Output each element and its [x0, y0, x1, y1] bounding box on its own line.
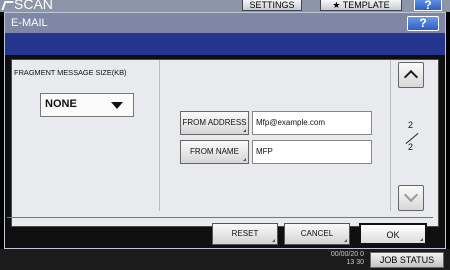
chevron-up-icon [403, 69, 419, 85]
page-total: 2 [408, 142, 414, 152]
datetime-display: 00/00/20 0 13 30 [310, 251, 364, 267]
scroll-down-button[interactable] [398, 185, 424, 211]
scan-icon [1, 1, 14, 10]
divider [390, 60, 391, 211]
cancel-button[interactable]: CANCEL [284, 223, 350, 245]
template-label: TEMPLATE [342, 0, 390, 10]
page-current: 2 [408, 120, 414, 130]
from-address-field[interactable]: Mfp@example.com [252, 111, 372, 135]
template-button[interactable]: ★ TEMPLATE [320, 0, 402, 11]
job-status-button[interactable]: JOB STATUS [370, 252, 444, 268]
dialog-help-button[interactable]: ? [407, 16, 439, 31]
dialog-title: E-MAIL [11, 17, 48, 29]
from-address-button[interactable]: FROM ADDRESS [180, 111, 249, 135]
ok-button[interactable]: OK [359, 223, 427, 245]
dialog-title-bar: E-MAIL ? [5, 13, 445, 33]
date-text: 00/00/20 0 [330, 251, 364, 258]
scan-help-button[interactable]: ? [414, 0, 442, 11]
settings-button[interactable]: SETTINGS [242, 0, 302, 11]
fragment-size-label: FRAGMENT MESSAGE SIZE(KB) [14, 68, 127, 77]
dropdown-arrow-icon [111, 102, 123, 109]
from-name-button[interactable]: FROM NAME [180, 140, 249, 164]
time-text: 13 30 [346, 259, 364, 266]
footer-divider [7, 217, 433, 218]
fragment-size-select[interactable]: NONE [40, 93, 134, 117]
star-icon: ★ [332, 0, 341, 10]
reset-button[interactable]: RESET [212, 223, 278, 245]
fragment-size-value: NONE [45, 98, 77, 110]
dialog-band [5, 33, 445, 55]
scan-title: SCAN [14, 0, 53, 12]
from-name-field[interactable]: MFP [252, 140, 372, 164]
scroll-up-button[interactable] [398, 62, 424, 88]
divider [159, 60, 160, 211]
chevron-down-icon [403, 187, 419, 203]
